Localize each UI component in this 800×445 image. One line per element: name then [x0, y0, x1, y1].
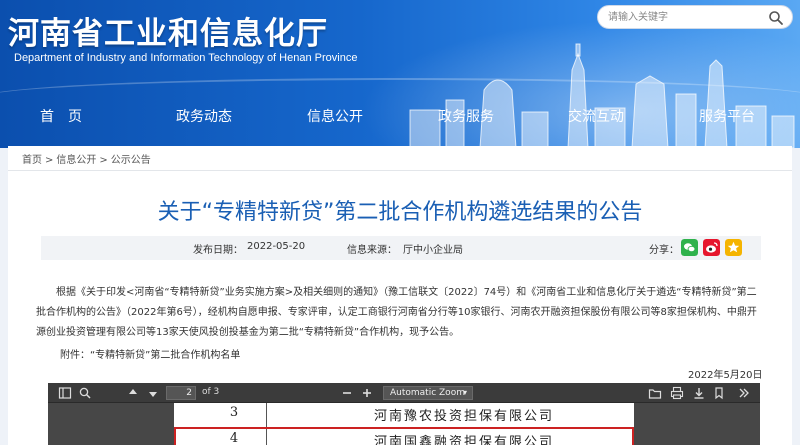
- institution-name: 河南国鑫融资担保有限公司: [373, 435, 554, 445]
- share-label: 分享：: [649, 245, 679, 256]
- breadcrumb-separator: >: [99, 155, 108, 166]
- nav-item-gov-services[interactable]: 政务服务: [438, 106, 494, 126]
- pdf-viewer: of 3 Automatic Zoom ▾: [48, 383, 760, 445]
- page-total: of 3: [202, 387, 220, 397]
- nav-item-interaction[interactable]: 交流互动: [568, 106, 624, 126]
- info-source-label: 信息来源：: [347, 245, 397, 256]
- article-paragraph: 根据《关于印发<河南省“专精特新贷”业务实施方案>及相关细则的通知》（豫工信联文…: [36, 287, 757, 338]
- table-row: 3 河南豫农投资担保有限公司: [174, 403, 634, 427]
- breadcrumb-announcements[interactable]: 公示公告: [111, 155, 151, 166]
- pdf-toolbar: of 3 Automatic Zoom ▾: [48, 383, 760, 403]
- search-box: [597, 5, 793, 29]
- breadcrumb-divider: [8, 170, 792, 171]
- breadcrumb: 首页 > 信息公开 > 公示公告: [22, 151, 151, 166]
- zoom-out-icon[interactable]: [340, 386, 354, 400]
- publish-date-label: 发布日期：: [193, 245, 243, 256]
- article-meta-bar: 发布日期： 2022-05-20 信息来源： 厅中小企业局 分享：: [41, 236, 761, 260]
- nav-item-info-disclosure[interactable]: 信息公开: [307, 106, 363, 126]
- row-number: 4: [229, 431, 239, 445]
- next-page-icon[interactable]: [146, 386, 160, 400]
- weibo-share-icon[interactable]: [703, 239, 720, 256]
- breadcrumb-home[interactable]: 首页: [22, 155, 42, 166]
- nav-item-service-platform[interactable]: 服务平台: [699, 106, 755, 126]
- breadcrumb-separator: >: [45, 155, 54, 166]
- row-number: 3: [229, 405, 239, 420]
- attachment-label[interactable]: 附件：“专精特新贷”第二批合作机构名单: [60, 346, 240, 361]
- article-title: 关于“专精特新贷”第二批合作机构遴选结果的公告: [157, 200, 643, 225]
- print-icon[interactable]: [670, 386, 684, 400]
- previous-page-icon[interactable]: [126, 386, 140, 400]
- search-input[interactable]: [608, 9, 758, 26]
- find-icon[interactable]: [78, 386, 92, 400]
- zoom-select-value: Automatic Zoom: [390, 388, 465, 398]
- nav-item-home[interactable]: 首 页: [40, 106, 82, 126]
- breadcrumb-info-disclosure[interactable]: 信息公开: [56, 155, 96, 166]
- site-header: 河南省工业和信息化厅 Department of Industry and In…: [0, 0, 800, 148]
- search-icon[interactable]: [768, 10, 784, 26]
- nav-item-news[interactable]: 政务动态: [176, 106, 232, 126]
- wechat-share-icon[interactable]: [681, 239, 698, 256]
- tools-menu-icon[interactable]: [736, 386, 750, 400]
- institution-name: 河南豫农投资担保有限公司: [373, 409, 554, 424]
- pdf-page: 3 河南豫农投资担保有限公司 4 河南国鑫融资担保有限公司: [174, 403, 634, 445]
- info-source: 厅中小企业局: [403, 245, 463, 256]
- publish-date: 2022-05-20: [247, 241, 306, 252]
- article-body: 根据《关于印发<河南省“专精特新贷”业务实施方案>及相关细则的通知》（豫工信联文…: [36, 283, 758, 343]
- sidebar-toggle-icon[interactable]: [58, 386, 72, 400]
- article-card: 首页 > 信息公开 > 公示公告 关于“专精特新贷”第二批合作机构遴选结果的公告 发布日…: [8, 146, 792, 445]
- bookmark-icon[interactable]: [712, 386, 726, 400]
- article-signature-date: 2022年5月20日: [688, 370, 763, 381]
- zoom-in-icon[interactable]: [360, 386, 374, 400]
- site-subtitle: Department of Industry and Information T…: [14, 52, 358, 64]
- main-nav: 首 页 政务动态 信息公开 政务服务 交流互动 服务平台: [0, 106, 800, 132]
- chevron-down-icon: ▾: [462, 388, 467, 397]
- table-row: 4 河南国鑫融资担保有限公司: [174, 429, 634, 445]
- download-icon[interactable]: [692, 386, 706, 400]
- site-title: 河南省工业和信息化厅: [8, 16, 328, 52]
- open-file-icon[interactable]: [648, 386, 662, 400]
- zoom-select[interactable]: Automatic Zoom ▾: [383, 386, 473, 400]
- favorite-star-icon[interactable]: [725, 239, 742, 256]
- page-number-input[interactable]: [166, 386, 196, 400]
